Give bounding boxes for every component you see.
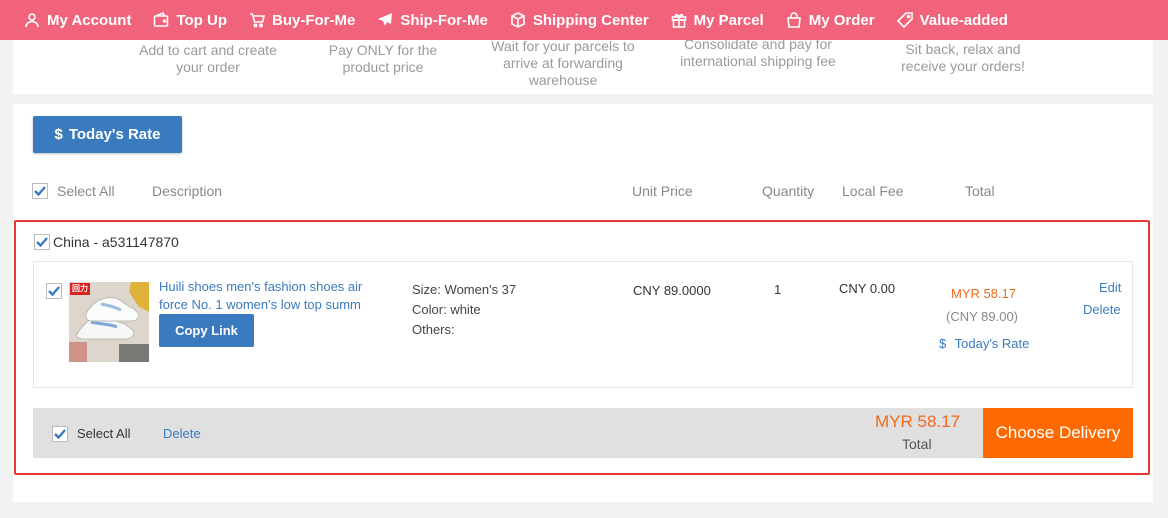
select-all-checkbox[interactable]: [32, 183, 48, 199]
quantity-value: 1: [774, 282, 782, 297]
nav-label: My Parcel: [693, 11, 764, 29]
nav-my-order[interactable]: My Order: [786, 12, 875, 29]
plane-icon: [378, 13, 393, 26]
total-header: Total: [965, 183, 995, 199]
dollar-icon: $: [939, 336, 947, 351]
local-fee-value: CNY 0.00: [839, 281, 896, 296]
others-attr: Others:: [412, 322, 455, 337]
cart-icon: [250, 13, 265, 28]
size-value: Women's 37: [444, 282, 517, 297]
color-attr: Color: white: [412, 302, 481, 317]
item-total-myr: MYR 58.17: [951, 286, 1017, 301]
nav-label: Value-added: [919, 11, 1008, 29]
nav-label: My Account: [47, 11, 132, 29]
nav-label: Top Up: [176, 11, 227, 29]
todays-rate-link[interactable]: $ Today's Rate: [939, 336, 1029, 351]
unit-price-value: CNY 89.0000: [633, 283, 711, 298]
top-nav: My Account Top Up Buy-For-Me Ship-For-Me…: [0, 0, 1168, 40]
order-group: China - a531147870 回力 Huili shoes men's …: [14, 220, 1150, 475]
others-label: Others:: [412, 322, 455, 337]
check-icon: [46, 283, 62, 299]
step-5: Sit back, relax and receive your orders!: [901, 41, 1025, 74]
check-icon: [34, 234, 50, 250]
group-checkbox[interactable]: [34, 234, 50, 250]
todays-rate-label: Today's Rate: [68, 126, 161, 143]
select-all-label: Select All: [57, 183, 115, 199]
footer-select-all-label: Select All: [77, 426, 131, 441]
user-icon: [25, 13, 39, 28]
brand-badge: 回力: [70, 283, 90, 295]
footer-select-all[interactable]: Select All: [52, 425, 131, 442]
group-title: China - a531147870: [53, 234, 179, 250]
cart-total-label: Total: [902, 436, 932, 452]
nav-label: Shipping Center: [532, 11, 649, 29]
edit-link[interactable]: Edit: [1099, 280, 1121, 295]
tag-icon: [896, 12, 913, 28]
process-steps: Add to cart and create your order Pay ON…: [13, 36, 1153, 94]
item-total-cny: (CNY 89.00): [946, 309, 1019, 324]
cart-footer: Select All Delete MYR 58.17 Total Choose…: [33, 408, 1133, 458]
description-header: Description: [152, 183, 223, 199]
color-label: Color:: [412, 302, 447, 317]
nav-top-up[interactable]: Top Up: [153, 12, 227, 29]
copy-link-button[interactable]: Copy Link: [159, 314, 254, 347]
todays-rate-button[interactable]: $ Today's Rate: [33, 116, 182, 153]
nav-buy-for-me[interactable]: Buy-For-Me: [249, 12, 355, 29]
product-title-link[interactable]: Huili shoes men's fashion shoes air forc…: [159, 278, 379, 314]
cart-total-amount: MYR 58.17: [875, 412, 961, 431]
nav-label: Ship-For-Me: [400, 11, 488, 29]
step-4: Consolidate and pay for international sh…: [680, 36, 836, 69]
size-label: Size:: [412, 282, 441, 297]
wallet-icon: [154, 12, 169, 27]
footer-delete-link[interactable]: Delete: [163, 426, 201, 441]
todays-rate-link-label: Today's Rate: [954, 336, 1030, 351]
product-thumbnail[interactable]: 回力: [69, 282, 149, 362]
group-header[interactable]: China - a531147870: [34, 234, 179, 250]
step-3: Wait for your parcels to arrive at forwa…: [491, 38, 635, 88]
nav-value-added[interactable]: Value-added: [896, 11, 1008, 29]
cart-item-row: 回力 Huili shoes men's fashion shoes air f…: [33, 261, 1133, 388]
color-value: white: [450, 302, 481, 317]
cart-panel: $ Today's Rate Select All Description Un…: [13, 104, 1153, 502]
check-icon: [32, 183, 48, 199]
unit-price-header: Unit Price: [632, 183, 693, 199]
nav-ship-for-me[interactable]: Ship-For-Me: [377, 12, 488, 29]
quantity-header: Quantity: [762, 183, 815, 199]
nav-my-account[interactable]: My Account: [24, 12, 131, 29]
dollar-icon: $: [54, 126, 63, 143]
step-2: Pay ONLY for the product price: [328, 42, 438, 75]
nav-label: Buy-For-Me: [272, 11, 356, 29]
select-all-header[interactable]: Select All: [32, 183, 115, 199]
footer-select-all-checkbox[interactable]: [52, 425, 68, 442]
delete-link[interactable]: Delete: [1083, 302, 1121, 317]
local-fee-header: Local Fee: [842, 183, 904, 199]
nav-my-parcel[interactable]: My Parcel: [671, 12, 764, 29]
box-icon: [511, 12, 525, 28]
nav-label: My Order: [808, 11, 875, 29]
check-icon: [52, 425, 68, 442]
step-1: Add to cart and create your order: [139, 42, 277, 75]
nav-shipping-center[interactable]: Shipping Center: [510, 12, 649, 29]
gift-icon: [671, 13, 686, 28]
bag-icon: [786, 12, 801, 28]
size-attr: Size: Women's 37: [412, 282, 516, 297]
item-checkbox[interactable]: [46, 283, 62, 299]
choose-delivery-button[interactable]: Choose Delivery: [983, 408, 1133, 458]
